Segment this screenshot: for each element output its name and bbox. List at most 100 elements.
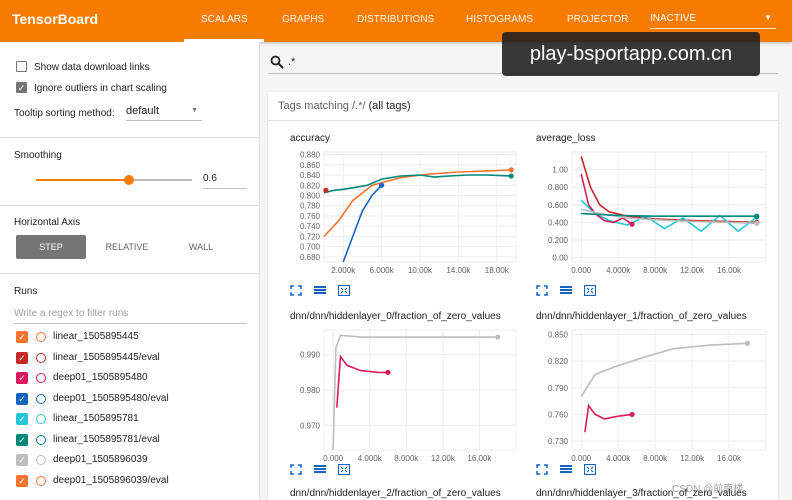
y-tick-label: 0.740 (300, 222, 321, 231)
list-icon[interactable] (560, 285, 572, 296)
run-checkbox[interactable]: ✓ (16, 433, 28, 446)
ignore-outliers-checkbox[interactable]: ✓ (16, 82, 27, 93)
y-tick-label: 0.720 (300, 232, 321, 241)
run-checkbox[interactable]: ✓ (16, 372, 28, 384)
run-color-swatch[interactable] (36, 434, 46, 445)
runs-filter-input[interactable]: Write a regex to filter runs (14, 308, 247, 324)
y-tick-label: 0.700 (300, 243, 321, 252)
run-row[interactable]: ✓ linear_1505895445/eval (16, 350, 256, 368)
icon-shape (340, 466, 348, 473)
series-point (744, 340, 751, 346)
icon-shape (314, 292, 326, 294)
x-tick-label: 10.00k (408, 266, 433, 275)
run-color-swatch[interactable] (36, 393, 46, 404)
run-row[interactable]: ✓ deep01_1505896039/eval (16, 473, 256, 491)
run-label: linear_1505895781 (53, 413, 139, 424)
footer-watermark: CSDN @前南楼 (672, 484, 744, 495)
icon-shape (314, 465, 326, 467)
run-row[interactable]: ✓ deep01_1505896039 (16, 452, 256, 470)
icon-shape (560, 468, 572, 470)
run-checkbox[interactable]: ✓ (16, 474, 28, 487)
y-tick-label: 0.800 (300, 191, 321, 200)
run-label: deep01_1505896039/eval (53, 474, 169, 486)
run-color-swatch[interactable] (36, 455, 46, 465)
expand-icon[interactable] (536, 464, 548, 475)
run-row[interactable]: ✓ linear_1505895445 (16, 329, 256, 347)
run-row[interactable]: ✓ deep01_1505895480/eval (16, 391, 256, 409)
icon-shape (314, 468, 326, 470)
run-color-swatch[interactable] (36, 414, 46, 424)
run-checkbox[interactable]: ✓ (16, 454, 28, 466)
icon-shape (536, 285, 548, 296)
axis-step-button[interactable]: STEP (16, 235, 86, 259)
fit-domain-icon[interactable] (584, 285, 596, 296)
smoothing-slider-thumb[interactable] (124, 175, 134, 185)
list-icon[interactable] (314, 464, 326, 475)
run-label: deep01_1505895480 (53, 372, 148, 383)
icon-shape (560, 465, 572, 467)
list-icon[interactable] (560, 464, 572, 475)
x-tick-label: 16.00k (467, 454, 492, 463)
chart-plot: 1.00 0.800 0.600 0.400 0.200 0.000.000 4.000k 8… (548, 151, 767, 275)
show-download-links-label: Show data download links (34, 62, 150, 73)
smoothing-value: 0.6 (203, 173, 217, 184)
x-tick-label: 12.00k (431, 454, 456, 463)
run-checkbox[interactable]: ✓ (16, 413, 28, 425)
y-tick-label: 0.820 (548, 357, 569, 366)
tab-graphs[interactable]: GRAPHS (282, 14, 324, 25)
x-tick-label: 0.000 (323, 454, 344, 463)
fit-domain-icon[interactable] (338, 464, 350, 475)
search-value: .* (288, 56, 296, 68)
run-color-swatch[interactable] (36, 352, 46, 363)
icon-shape (536, 464, 548, 475)
tooltip-sort-dropdown[interactable]: default ▼ (126, 105, 202, 121)
expand-icon[interactable] (536, 285, 548, 296)
tab-histograms[interactable]: HISTOGRAMS (466, 14, 533, 25)
icon-shape (560, 286, 572, 288)
run-color-swatch[interactable] (36, 475, 46, 486)
y-tick-label: 0.850 (548, 330, 569, 339)
smoothing-input[interactable]: 0.6 (203, 173, 247, 189)
run-row[interactable]: ✓ linear_1505895781 (16, 411, 256, 429)
run-checkbox[interactable]: ✓ (16, 331, 28, 343)
run-label: linear_1505895445 (53, 331, 139, 342)
x-tick-label: 2.000k (331, 266, 356, 275)
expand-icon[interactable] (290, 285, 302, 296)
runs-title: Runs (14, 286, 38, 297)
tab-scalars[interactable]: SCALARS (201, 14, 248, 25)
axis-relative-button[interactable]: RELATIVE (92, 235, 162, 259)
smoothing-title: Smoothing (14, 150, 62, 161)
run-checkbox[interactable]: ✓ (16, 392, 28, 405)
run-checkbox[interactable]: ✓ (16, 351, 28, 364)
icon-shape (560, 471, 572, 473)
icon-shape (314, 286, 326, 288)
show-download-links-checkbox[interactable] (16, 61, 27, 72)
run-row[interactable]: ✓ deep01_1505895480 (16, 370, 256, 388)
list-icon[interactable] (314, 285, 326, 296)
smoothing-slider[interactable] (36, 175, 192, 185)
icon-shape (586, 466, 594, 473)
run-color-swatch[interactable] (36, 332, 46, 342)
tab-distributions[interactable]: DISTRIBUTIONS (357, 14, 434, 25)
run-row[interactable]: ✓ linear_1505895781/eval (16, 432, 256, 450)
run-color-swatch[interactable] (36, 373, 46, 383)
x-tick-label: 8.000k (643, 454, 668, 463)
inactive-dashboards-select[interactable]: INACTIVE ▼ (650, 13, 776, 29)
tab-projector[interactable]: PROJECTOR (567, 14, 629, 25)
x-tick-label: 16.00k (717, 454, 742, 463)
icon-shape (560, 292, 572, 294)
x-tick-label: 16.00k (717, 266, 742, 275)
series-point (323, 187, 329, 193)
series-point (754, 213, 760, 219)
y-tick-label: 0.760 (300, 212, 321, 221)
fit-domain-icon[interactable] (584, 464, 596, 475)
chevron-down-icon: ▼ (191, 107, 198, 114)
fit-domain-icon[interactable] (338, 285, 350, 296)
y-tick-label: 0.970 (300, 421, 321, 430)
axis-wall-button[interactable]: WALL (166, 235, 236, 259)
tags-pattern: /.*/ (351, 100, 366, 112)
smoothing-slider-fill (36, 179, 129, 181)
series-point (629, 411, 635, 418)
icon-shape (584, 464, 596, 475)
expand-icon[interactable] (290, 464, 302, 475)
